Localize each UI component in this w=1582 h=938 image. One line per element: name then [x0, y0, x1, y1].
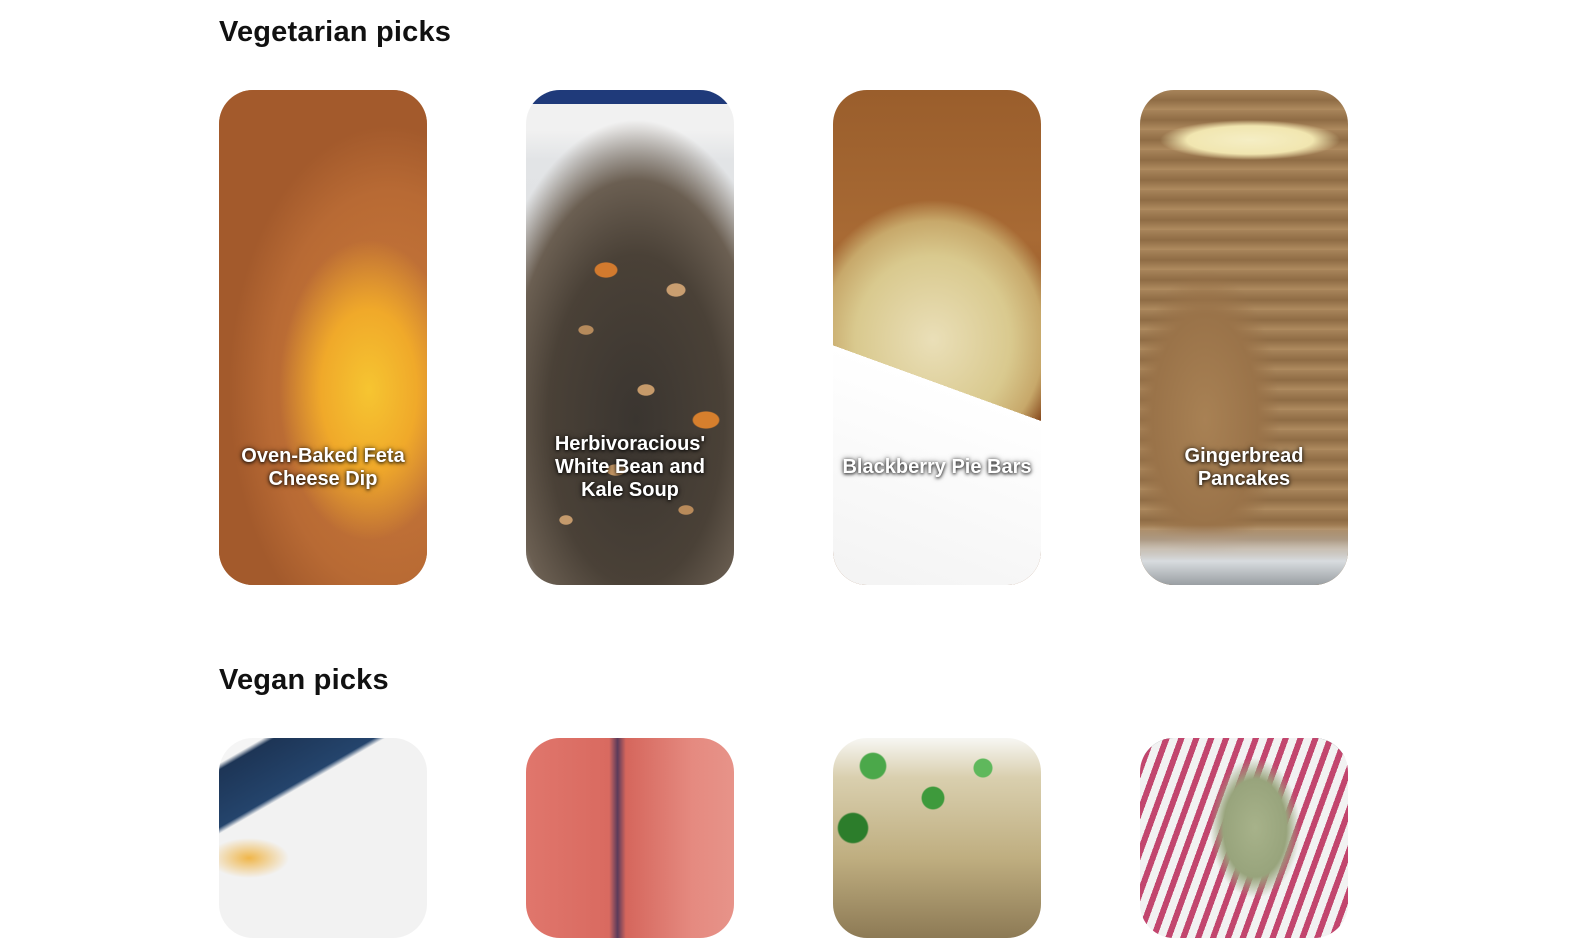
recipe-title: Gingerbread Pancakes [1184, 444, 1304, 490]
recipe-image [833, 738, 1041, 938]
recipe-image [219, 738, 427, 938]
recipe-card-vegan-1[interactable] [219, 738, 427, 938]
recipe-card-vegan-3[interactable] [833, 738, 1041, 938]
recipe-title: Oven-Baked Feta Cheese Dip [241, 444, 405, 490]
recipe-image [1140, 738, 1348, 938]
recipe-title: Herbivoracious' White Bean and Kale Soup [554, 433, 706, 501]
recipe-card-vegan-4[interactable] [1140, 738, 1348, 938]
recipe-card-blackberry-pie-bars[interactable]: Blackberry Pie Bars [833, 90, 1041, 585]
recipe-card-white-bean-kale-soup[interactable]: Herbivoracious' White Bean and Kale Soup [526, 90, 734, 585]
recipe-card-vegan-2[interactable] [526, 738, 734, 938]
recipe-card-gingerbread-pancakes[interactable]: Gingerbread Pancakes [1140, 90, 1348, 585]
recipe-image [526, 738, 734, 938]
recipe-title: Blackberry Pie Bars [842, 456, 1032, 478]
section-title-vegetarian: Vegetarian picks [219, 16, 452, 48]
section-title-vegan: Vegan picks [219, 664, 389, 696]
recipe-card-oven-baked-feta-cheese-dip[interactable]: Oven-Baked Feta Cheese Dip [219, 90, 427, 585]
